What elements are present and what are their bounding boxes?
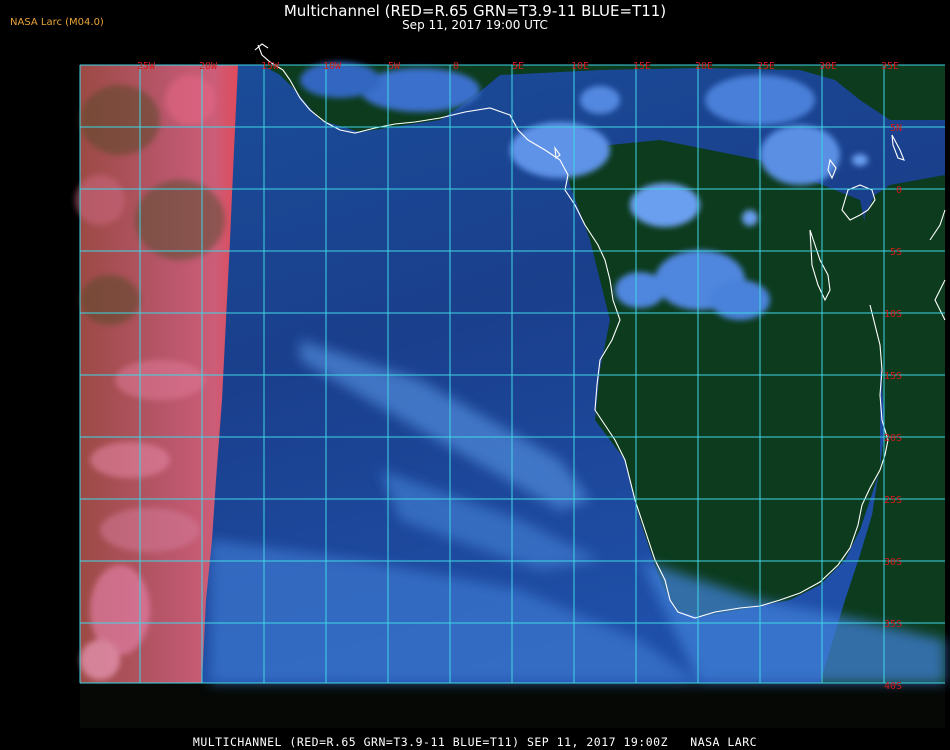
longitude-label: 5W	[388, 61, 401, 72]
longitude-label: 30E	[819, 61, 837, 72]
latitude-label: 15S	[884, 371, 902, 382]
latitude-label: 5N	[890, 123, 902, 134]
no-data-strip	[80, 683, 945, 728]
latitude-label: 35S	[884, 619, 902, 630]
longitude-label: 15W	[261, 61, 280, 72]
latitude-label: 20S	[884, 433, 902, 444]
longitude-label: 5E	[512, 61, 524, 72]
longitude-label: 20E	[695, 61, 713, 72]
longitude-label: 0	[453, 61, 459, 72]
latitude-label: 10S	[884, 309, 902, 320]
longitude-label: 25W	[137, 61, 156, 72]
longitude-label: 10W	[323, 61, 342, 72]
satellite-map: 25W 20W 15W 10W 5W 0 5E 10E 15E 20E 25E 30E 35E 5N 0 5…	[75, 43, 946, 728]
latitude-label: 25S	[884, 495, 902, 506]
longitude-label: 35E	[881, 61, 899, 72]
latitude-label: 0	[896, 185, 902, 196]
longitude-label: 10E	[571, 61, 589, 72]
longitude-label: 15E	[633, 61, 651, 72]
longitude-label: 20W	[199, 61, 218, 72]
longitude-label: 25E	[757, 61, 775, 72]
latitude-label: 5S	[890, 247, 902, 258]
latitude-label: 30S	[884, 557, 902, 568]
latitude-label: 40S	[884, 681, 902, 692]
footer-caption: MULTICHANNEL (RED=R.65 GRN=T3.9-11 BLUE=…	[192, 735, 758, 749]
